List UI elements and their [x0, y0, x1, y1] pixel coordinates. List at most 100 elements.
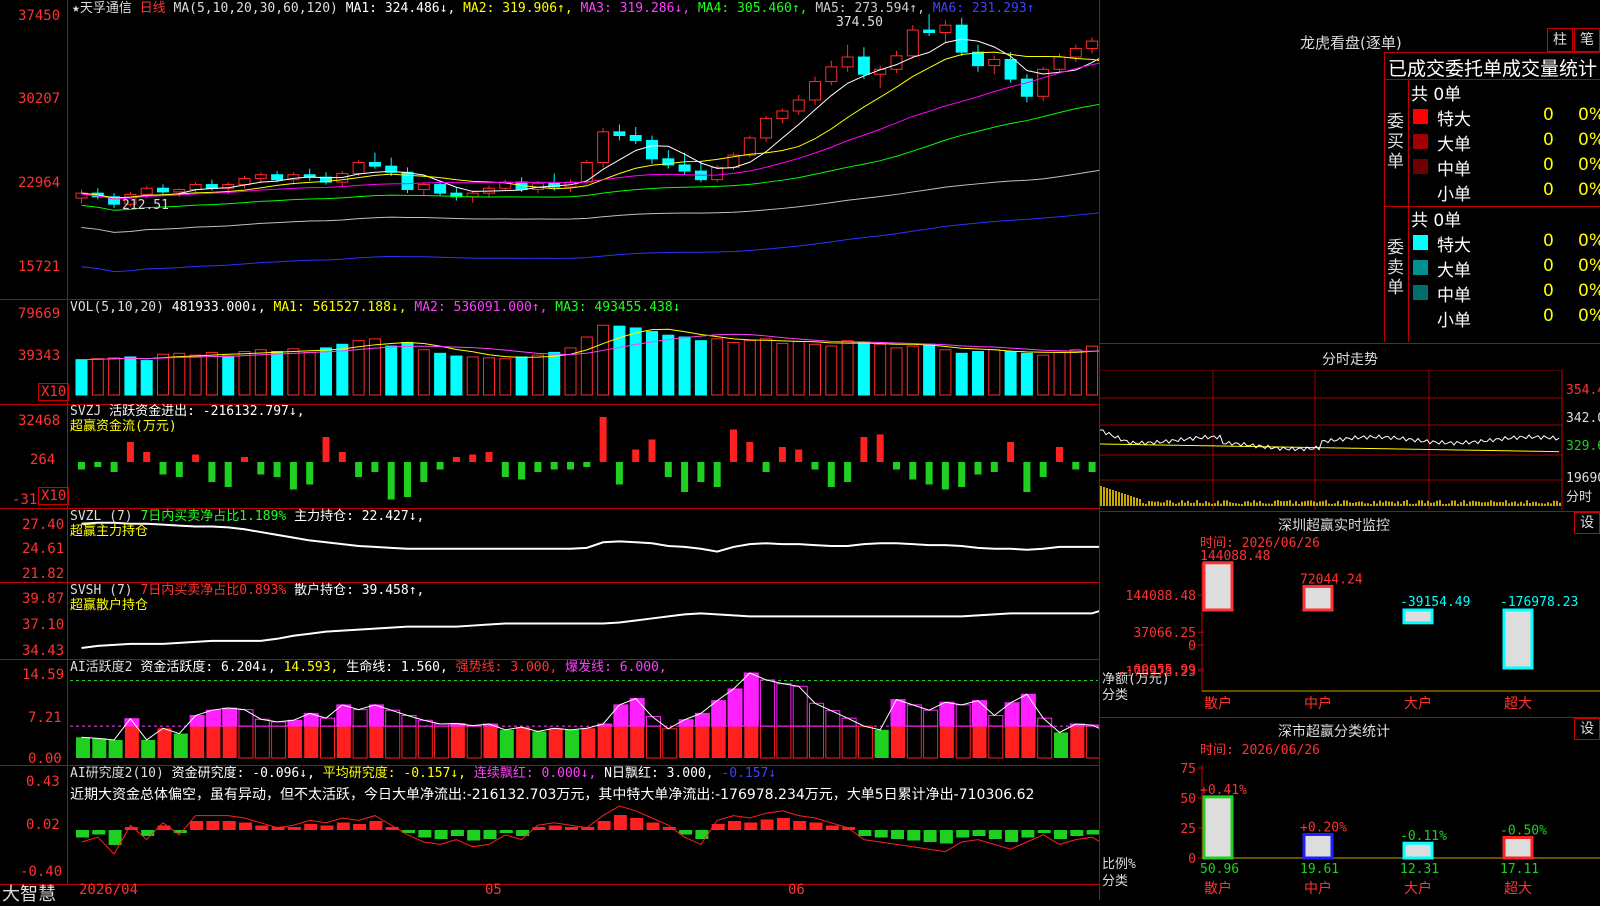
candle-up	[598, 132, 609, 163]
active-bar	[1054, 733, 1068, 759]
intraday-vol-bar	[1211, 504, 1213, 506]
candle-down	[679, 165, 690, 171]
research-bar	[565, 827, 578, 830]
stock-name[interactable]: ★天孚通信	[72, 1, 132, 16]
research-bar	[369, 821, 382, 830]
buy-row-label: 特大	[1437, 105, 1471, 130]
active-bar	[158, 728, 172, 758]
active-bar	[810, 726, 824, 758]
intraday-vol-bar	[1385, 501, 1387, 506]
research-bar	[223, 821, 236, 830]
intraday-chart[interactable]: 354.4 342.0 329.6 19690 分时	[1100, 370, 1600, 510]
tick-mode-button[interactable]: 笔	[1574, 28, 1600, 52]
vol-bar-up	[777, 343, 788, 395]
sz-cat-label: 中户	[1304, 695, 1332, 712]
intraday-vol-bar	[1106, 488, 1108, 506]
cls-settings-button[interactable]: 设	[1574, 718, 1600, 740]
intraday-vol-bar	[1253, 500, 1255, 506]
intraday-vol-bar	[1400, 504, 1402, 506]
intraday-vol-bar	[1181, 500, 1183, 506]
svzj-bar	[632, 450, 639, 463]
svzj-bar	[469, 455, 476, 463]
intraday-vol-bar	[1262, 503, 1264, 506]
intraday-vol-bar	[1313, 501, 1315, 506]
vol-bar-up	[810, 344, 821, 395]
intraday-vol-bar	[1214, 503, 1216, 506]
active-bar	[467, 726, 481, 758]
sz-y-tick: 144088.48	[1126, 589, 1196, 604]
main-y-tick: 37450	[18, 8, 60, 24]
main-y-tick: 22964	[18, 175, 60, 191]
svzj-bar	[975, 462, 982, 475]
intraday-vol-bar	[1304, 501, 1306, 506]
research-bar	[940, 830, 953, 844]
svsh-desc2: 散户持仓: 39.458↑,	[294, 583, 424, 598]
bar-mode-button[interactable]: 柱	[1547, 28, 1573, 52]
sz-unit: 净额(万元)	[1102, 672, 1170, 687]
order-stats-title: 已成交委托单成交量统计	[1388, 54, 1600, 81]
active-bar	[777, 726, 791, 758]
intraday-vol-bar	[1190, 503, 1192, 506]
svzj-bar	[697, 462, 704, 482]
svzj-bar	[486, 452, 493, 462]
research-bar	[924, 830, 937, 842]
research-bar	[484, 830, 497, 839]
vol-bar-down	[663, 335, 674, 395]
intraday-vol-bar	[1271, 504, 1273, 506]
vol-bar-up	[581, 337, 592, 395]
svsh-y-tick: 39.87	[22, 591, 64, 607]
research-bar	[190, 821, 203, 830]
vol-bar-up	[467, 357, 478, 395]
vol-bar-down	[956, 353, 967, 395]
intraday-vol-bar	[1388, 501, 1390, 506]
active-bar-top	[956, 705, 970, 726]
ai-active-strong: 强势线: 3.000,	[456, 660, 558, 675]
active-bar	[369, 726, 383, 758]
intraday-vol-bar	[1469, 501, 1471, 506]
svzj-bar	[274, 462, 281, 477]
intraday-vol-bar	[1451, 501, 1453, 506]
svsh-header: SVSH (7) 7日内买卖净占比0.893% 散户持仓: 39.458↑,	[70, 583, 424, 599]
svzj-bar	[290, 462, 297, 490]
x-date-tick: 2026/04	[79, 882, 138, 898]
intraday-vol-bar	[1250, 503, 1252, 506]
active-bar	[598, 726, 612, 758]
buy-row-p: 0%	[1578, 155, 1600, 175]
sell-row-color-swatch	[1413, 285, 1428, 300]
svzl-header: SVZL (7) 7日内买卖净占比1.189% 主力持仓: 22.427↓,	[70, 509, 424, 525]
ai-active-life: 生命线: 1.560,	[346, 660, 448, 675]
intraday-vol-bar	[1520, 502, 1522, 506]
research-bar	[467, 830, 480, 841]
candle-up	[842, 57, 853, 67]
svzl-desc2: 主力持仓: 22.427↓,	[294, 509, 424, 524]
period-label[interactable]: 日线	[140, 1, 166, 16]
sz-bar	[1304, 586, 1332, 610]
ai-research-extra: -0.157↓	[721, 766, 776, 781]
active-bar-top	[940, 702, 954, 726]
ai-research-y-tick: -0.40	[20, 864, 62, 880]
vol-bar-up	[418, 350, 429, 395]
active-bar	[125, 726, 139, 758]
sz-settings-button[interactable]: 设	[1574, 512, 1600, 534]
active-bar-top	[695, 713, 709, 726]
intraday-vol-bar	[1340, 504, 1342, 506]
active-bar	[1021, 726, 1035, 758]
research-bar	[500, 830, 513, 833]
svzj-bar	[844, 462, 851, 482]
active-bar	[532, 731, 546, 758]
buy-row-label: 小单	[1437, 180, 1471, 205]
sell-total: 共 0单	[1411, 206, 1461, 231]
cls-value-label: 17.11	[1500, 862, 1539, 877]
active-bar	[581, 728, 595, 758]
intraday-vol-bar	[1448, 503, 1450, 506]
sell-row-label: 小单	[1437, 306, 1471, 331]
svzj-bar	[371, 462, 378, 472]
active-bar-top	[272, 722, 286, 726]
svzj-sub: 超赢资金流(万元)	[70, 419, 177, 435]
intraday-vol-bar	[1508, 503, 1510, 506]
intraday-vol-bar	[1361, 502, 1363, 506]
vol-label: VOL(5,10,20)	[70, 300, 164, 315]
vol-bar-up	[875, 344, 886, 395]
intraday-vol-bar	[1322, 501, 1324, 506]
research-bar	[810, 823, 823, 831]
